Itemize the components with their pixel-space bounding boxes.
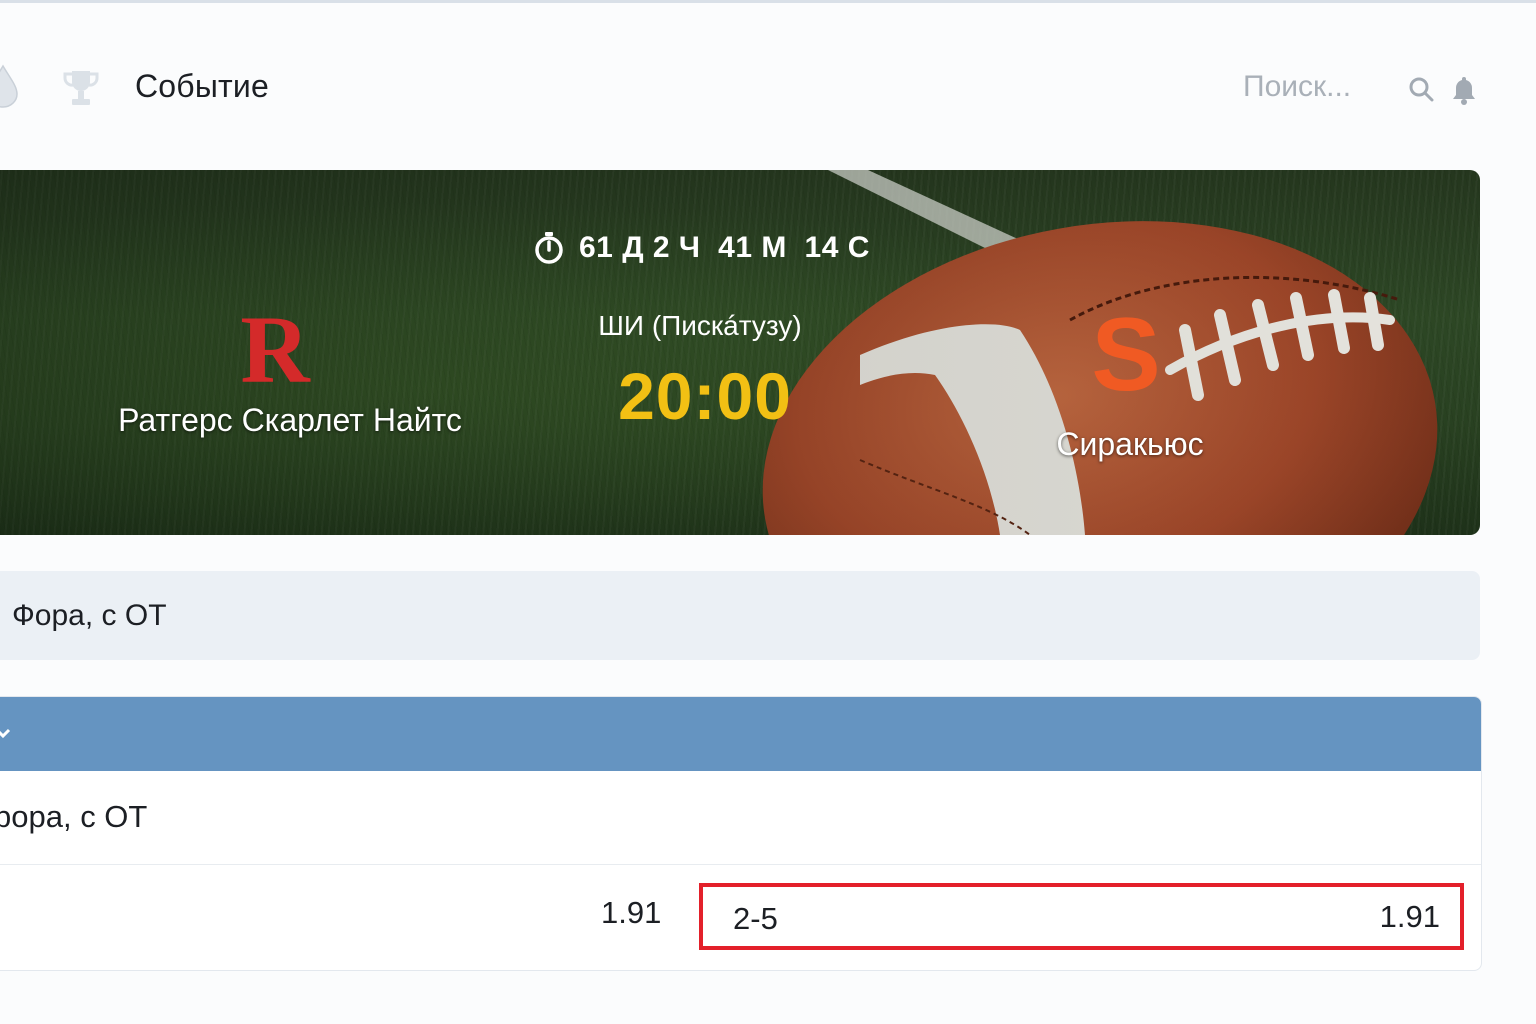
market-panel-header[interactable]	[0, 697, 1481, 771]
venue-label: ШИ (Пискáтузу)	[598, 310, 802, 341]
away-logo-letter: S	[1093, 306, 1159, 398]
kickoff-time: 20:00	[618, 359, 792, 433]
odds-price-left[interactable]: 1.91	[601, 895, 661, 931]
page-header: Событие	[0, 40, 1536, 140]
page-title: Событие	[135, 68, 269, 104]
trophy-icon[interactable]	[62, 68, 100, 108]
handicap-line: 2-5	[733, 901, 778, 936]
stopwatch-icon	[535, 232, 563, 264]
bell-icon[interactable]	[1451, 74, 1477, 106]
top-border	[0, 0, 1536, 3]
market-subtitle: рора, с ОТ	[0, 799, 148, 834]
drop-icon[interactable]	[0, 64, 20, 108]
home-team-name: Ратгерс Скарлет Найтс	[118, 402, 462, 438]
market-subtitle-row: рора, с ОТ	[0, 771, 1481, 865]
search-input[interactable]	[1243, 70, 1373, 104]
away-team-name: Сиракьюс	[1056, 426, 1204, 462]
odds-price-selected: 1.91	[1379, 899, 1440, 934]
countdown-text: 61 Д 2 Ч 41 М 14 С	[579, 231, 870, 264]
selected-odds-cell[interactable]: 2-5 1.91	[699, 883, 1464, 950]
search-icon[interactable]	[1408, 76, 1434, 102]
market-tab[interactable]: Фора, с ОТ	[0, 571, 1480, 660]
countdown: 61 Д 2 Ч 41 М 14 С	[533, 226, 870, 270]
event-banner: 61 Д 2 Ч 41 М 14 С ШИ (Пискáтузу) 20:00 …	[0, 170, 1480, 535]
home-logo-letter: R	[240, 302, 311, 390]
market-tab-label: Фора, с ОТ	[12, 599, 167, 632]
rutgers-logo-icon: R	[240, 302, 311, 390]
chevron-icon[interactable]	[0, 725, 11, 741]
syracuse-logo-icon: S	[1093, 306, 1159, 398]
banner-overlay	[0, 170, 1480, 535]
market-panel: рора, с ОТ 1.91 2-5 1.91	[0, 696, 1482, 971]
odds-row: 1.91 2-5 1.91	[0, 865, 1481, 970]
